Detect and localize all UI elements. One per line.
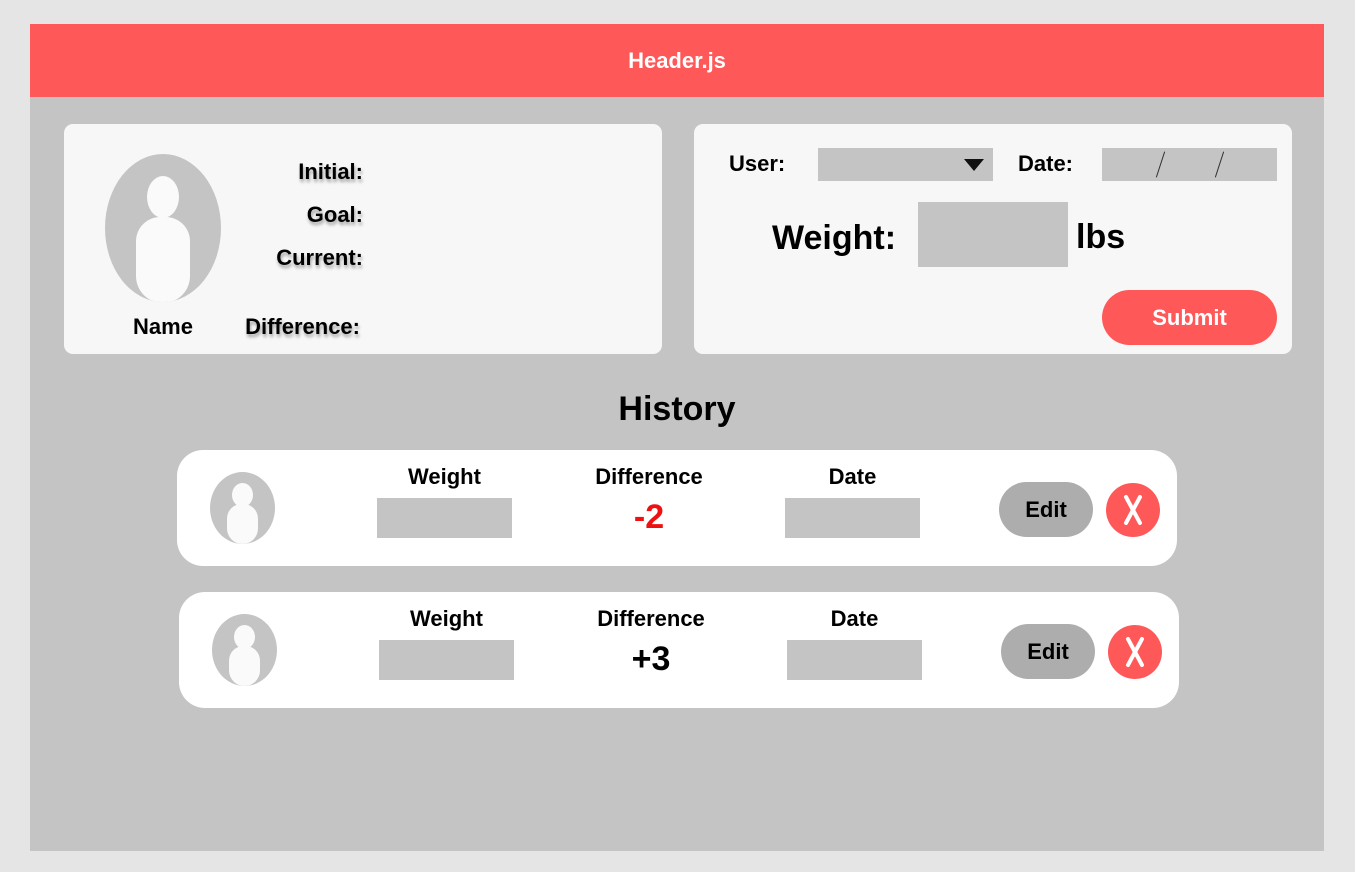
page-header: Header.js xyxy=(30,24,1324,97)
profile-card: Name Initial: Goal: Current: Difference: xyxy=(64,124,662,354)
difference-column-label: Difference xyxy=(597,606,705,631)
avatar-icon xyxy=(210,472,275,544)
date-separator xyxy=(1155,151,1166,178)
weight-label: Weight: xyxy=(772,219,897,257)
weight-column-label: Weight xyxy=(410,606,483,631)
submit-button[interactable]: Submit xyxy=(1102,290,1277,345)
delete-button[interactable] xyxy=(1106,483,1160,537)
user-select[interactable] xyxy=(818,148,993,181)
date-separator xyxy=(1214,151,1225,178)
app-frame: Header.js Name Initial: Goal: Current: D… xyxy=(30,24,1324,851)
weight-entry-form: User: Date: Weight: lbs Submit xyxy=(694,124,1292,354)
row-date-field[interactable] xyxy=(785,498,920,538)
date-column-label: Date xyxy=(830,606,879,631)
profile-name: Name xyxy=(133,314,193,339)
edit-button[interactable]: Edit xyxy=(999,482,1093,537)
history-row: Weight Difference +3 Date Edit xyxy=(179,592,1179,708)
close-icon xyxy=(1124,495,1142,525)
avatar-icon xyxy=(105,154,221,302)
close-icon xyxy=(1126,637,1144,667)
initial-label: Initial: xyxy=(298,159,363,184)
header-title: Header.js xyxy=(628,47,726,73)
row-difference-value: +3 xyxy=(631,640,671,678)
history-row: Weight Difference -2 Date Edit xyxy=(177,450,1177,566)
difference-label: Difference: xyxy=(245,314,360,339)
user-label: User: xyxy=(729,151,786,176)
edit-button[interactable]: Edit xyxy=(1001,624,1095,679)
history-title: History xyxy=(618,390,736,428)
current-label: Current: xyxy=(276,245,363,270)
weight-unit: lbs xyxy=(1076,218,1126,256)
difference-column-label: Difference xyxy=(595,464,703,489)
goal-label: Goal: xyxy=(306,202,363,227)
chevron-down-icon xyxy=(964,159,984,171)
delete-button[interactable] xyxy=(1108,625,1162,679)
weight-input[interactable] xyxy=(918,202,1068,267)
date-input[interactable] xyxy=(1102,148,1277,181)
row-weight-field[interactable] xyxy=(377,498,512,538)
date-column-label: Date xyxy=(828,464,877,489)
row-date-field[interactable] xyxy=(787,640,922,680)
avatar-icon xyxy=(212,614,277,686)
row-difference-value: -2 xyxy=(633,498,665,536)
row-weight-field[interactable] xyxy=(379,640,514,680)
weight-column-label: Weight xyxy=(408,464,481,489)
date-label: Date: xyxy=(1018,151,1074,176)
